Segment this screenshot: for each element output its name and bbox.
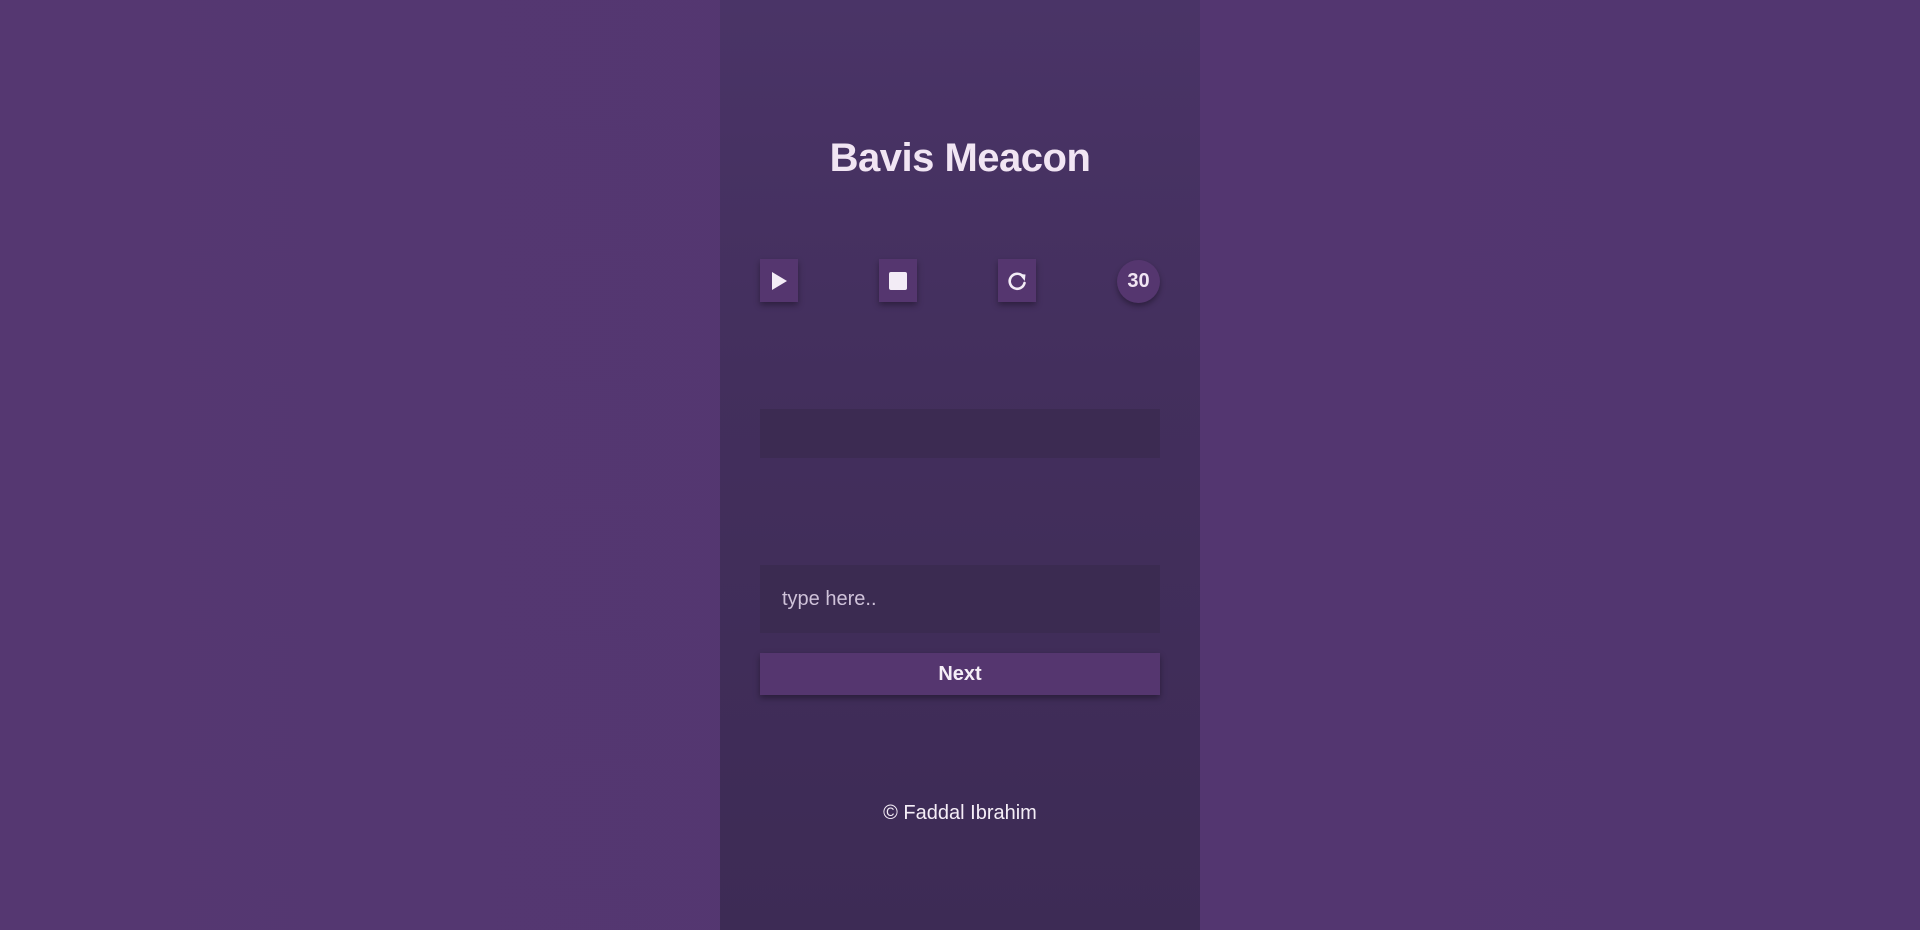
page-background: Bavis Meacon 30 type here.. Next © Fadda… xyxy=(0,0,1920,930)
typing-input[interactable] xyxy=(760,565,1160,633)
footer-credit: © Faddal Ibrahim xyxy=(883,802,1037,824)
stop-icon xyxy=(889,271,907,290)
typing-game-panel: Bavis Meacon 30 type here.. Next © Fadda… xyxy=(720,0,1200,930)
restart-button[interactable] xyxy=(998,259,1036,302)
play-icon xyxy=(770,271,788,291)
word-display xyxy=(760,409,1160,458)
game-controls: 30 xyxy=(760,259,1160,305)
app-title: Bavis Meacon xyxy=(829,135,1091,180)
stop-button[interactable] xyxy=(879,259,917,302)
next-button[interactable]: Next xyxy=(760,653,1160,695)
countdown-timer: 30 xyxy=(1117,260,1160,303)
play-button[interactable] xyxy=(760,259,798,302)
restart-icon xyxy=(1006,270,1028,292)
